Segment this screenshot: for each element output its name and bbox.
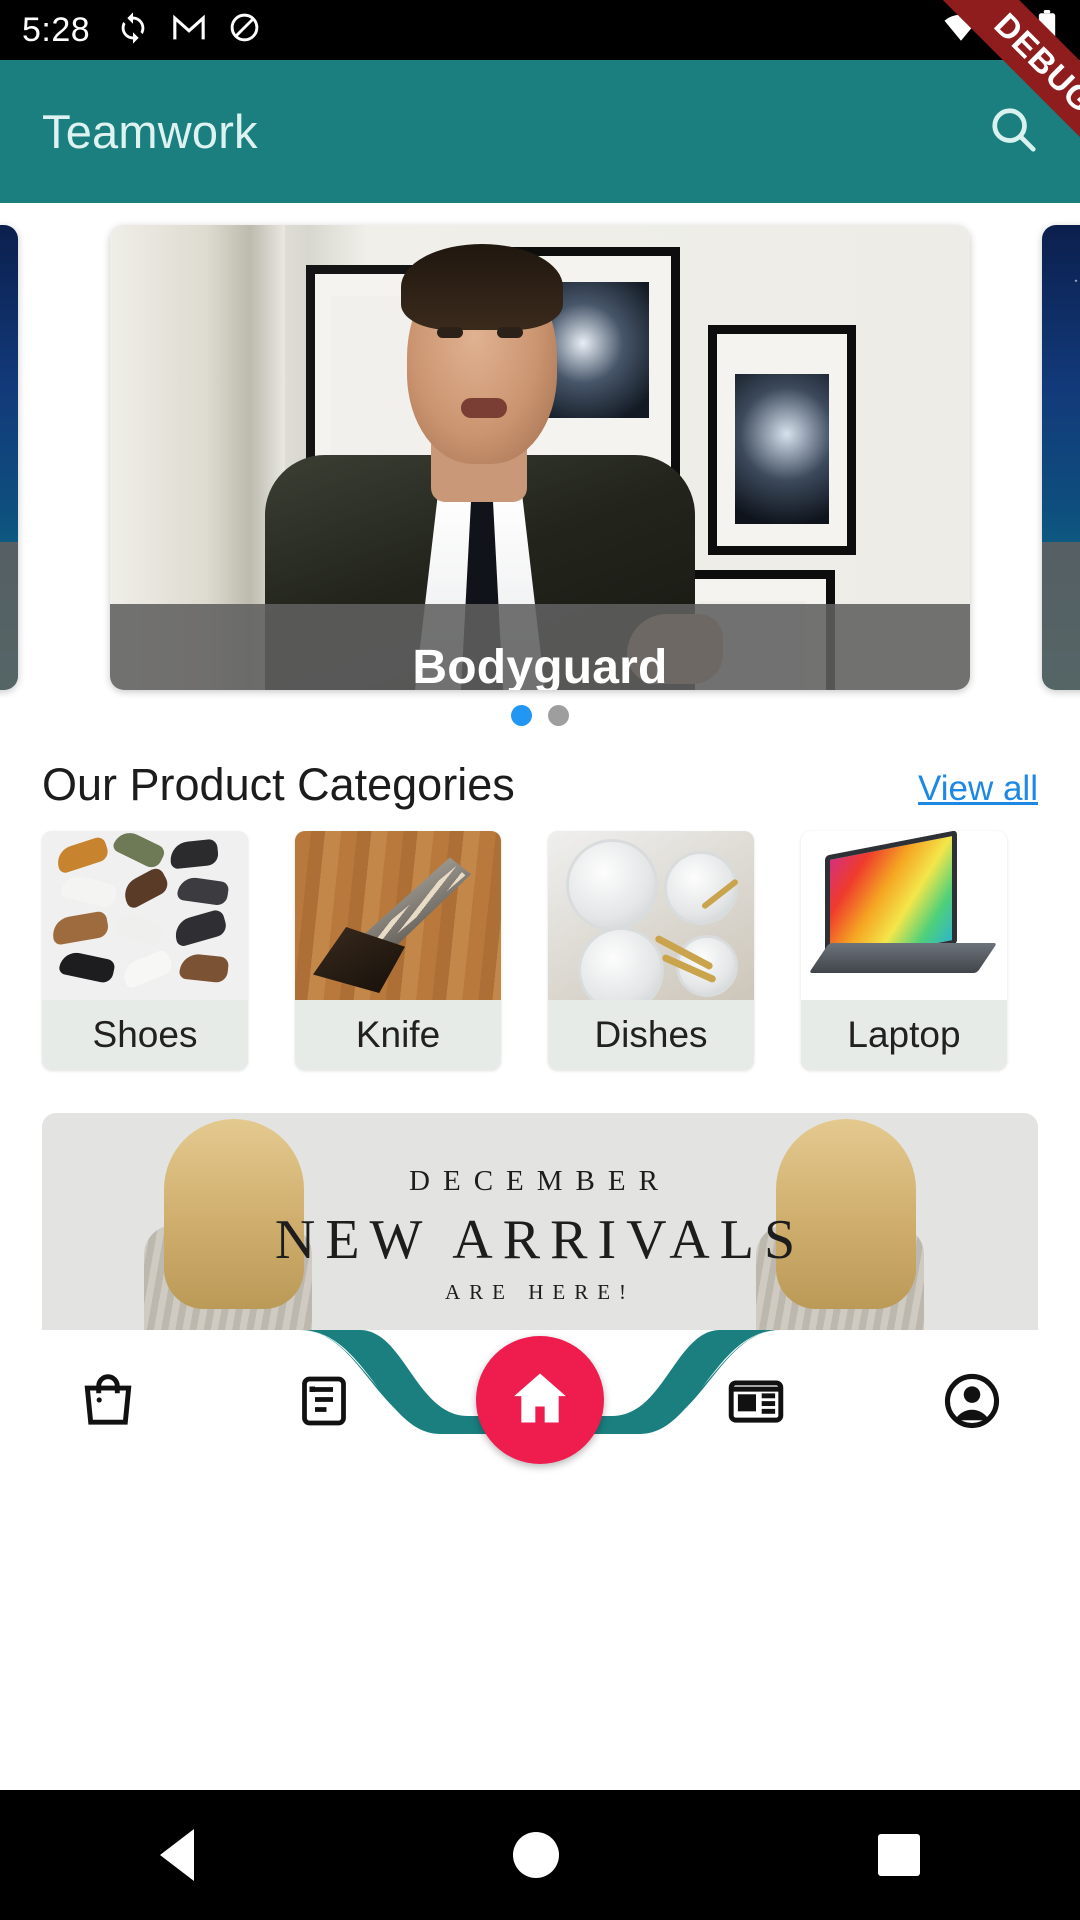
bottom-navigation-bar: [0, 1330, 1080, 1510]
category-card-shoes[interactable]: Shoes: [42, 831, 248, 1070]
nav-item-orders[interactable]: [216, 1348, 432, 1458]
category-label: Laptop: [847, 1014, 961, 1055]
nav-item-shop[interactable]: [0, 1348, 216, 1458]
category-card-laptop[interactable]: Laptop: [801, 831, 1007, 1070]
status-bar-notification-icons: [116, 11, 261, 50]
carousel-dot-active[interactable]: [511, 705, 532, 726]
promo-headline: NEW ARRIVALS: [274, 1209, 806, 1271]
app-bar: Teamwork: [0, 60, 1080, 203]
category-thumbnail-laptop: [801, 831, 1007, 1000]
promo-month: DECEMBER: [409, 1165, 671, 1197]
nav-item-home-fab[interactable]: [476, 1336, 604, 1464]
promo-subhead: ARE HERE!: [444, 1280, 636, 1304]
carousel-slide-active[interactable]: Bodyguard: [110, 225, 970, 690]
carousel-caption: Bodyguard: [110, 604, 970, 690]
account-circle-icon: [940, 1369, 1004, 1438]
app-title: Teamwork: [42, 105, 258, 158]
carousel-caption-text: Bodyguard: [412, 641, 668, 690]
carousel-slide-caption-bar: [1042, 542, 1080, 690]
do-not-disturb-icon: [228, 11, 261, 49]
home-circle-icon[interactable]: [512, 1832, 559, 1878]
gmail-icon: [172, 13, 206, 48]
category-card-dishes[interactable]: Dishes: [548, 831, 754, 1070]
category-thumbnail-shoes: [42, 831, 248, 1000]
carousel-slide-next[interactable]: [1042, 225, 1080, 690]
category-thumbnail-knife: [295, 831, 501, 1000]
promo-banner-text: DECEMBER NEW ARRIVALS ARE HERE! Shop our…: [42, 1165, 1038, 1330]
sync-icon: [116, 11, 150, 50]
category-thumbnail-dishes: [548, 831, 754, 1000]
search-icon[interactable]: [986, 102, 1040, 161]
promo-banner[interactable]: DECEMBER NEW ARRIVALS ARE HERE! Shop our…: [42, 1113, 1038, 1330]
category-card-knife[interactable]: Knife: [295, 831, 501, 1070]
cellular-signal-icon: [990, 12, 1026, 48]
category-label: Dishes: [594, 1014, 708, 1055]
home-icon: [507, 1365, 573, 1436]
battery-icon: [1036, 9, 1058, 51]
back-triangle-icon[interactable]: [159, 1829, 194, 1881]
shopping-bag-icon: [77, 1370, 139, 1437]
app-bar-actions: [986, 102, 1040, 161]
nav-item-news[interactable]: [648, 1348, 864, 1458]
recents-square-icon[interactable]: [878, 1834, 921, 1876]
article-icon: [294, 1371, 354, 1436]
carousel-dot[interactable]: [548, 705, 569, 726]
carousel-pagination-dots[interactable]: [0, 705, 1080, 726]
category-label: Shoes: [92, 1014, 198, 1055]
status-bar-time: 5:28: [22, 10, 91, 49]
carousel-slide-caption-bar: [0, 542, 18, 690]
category-label: Knife: [355, 1014, 441, 1055]
nav-item-account[interactable]: [864, 1348, 1080, 1458]
wifi-icon: [942, 13, 980, 48]
promo-carousel[interactable]: Bodyguard: [0, 225, 1080, 726]
page-title: Our Product Categories: [42, 759, 515, 810]
status-bar: 5:28: [0, 0, 1080, 60]
category-list: Shoes Knife Dishes Laptop: [0, 831, 1080, 1070]
system-navigation-bar: [0, 1790, 1080, 1920]
carousel-slide-previous[interactable]: [0, 225, 18, 690]
categories-section-header: Our Product Categories View all: [0, 759, 1080, 811]
view-all-link[interactable]: View all: [918, 769, 1038, 809]
scene-picture-frame: [708, 325, 856, 555]
status-bar-system-icons: [942, 9, 1058, 51]
news-icon: [725, 1370, 787, 1437]
main-content: Bodyguard Our Product Categories View al…: [0, 203, 1080, 1330]
